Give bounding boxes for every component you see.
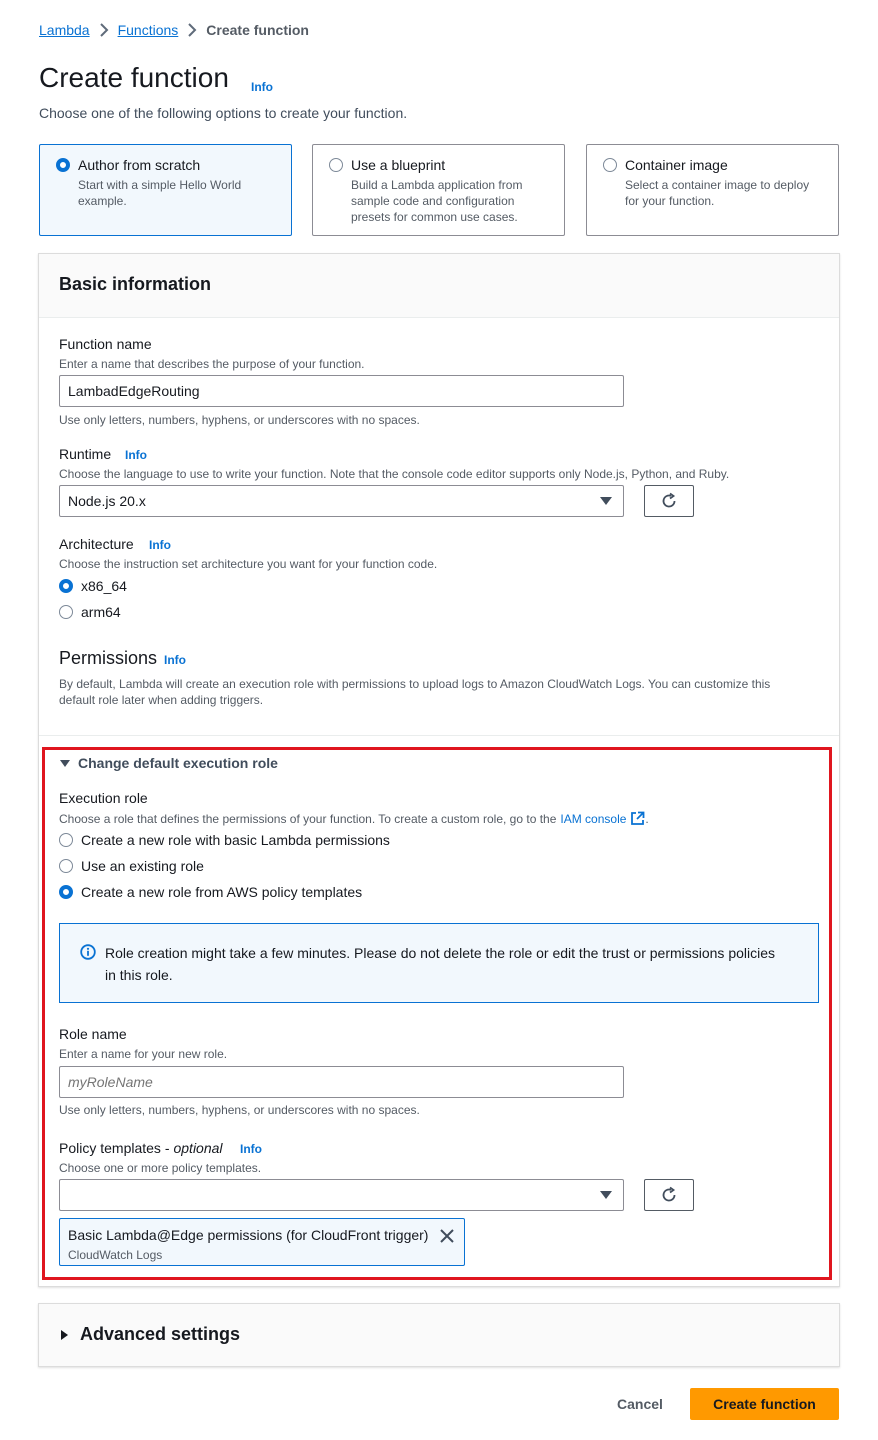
option-label: Author from scratch (78, 157, 201, 173)
architecture-radio-arm64[interactable] (59, 605, 73, 619)
close-icon[interactable] (439, 1228, 455, 1244)
panel-header: Basic information (39, 254, 839, 318)
architecture-option-label: arm64 (81, 604, 121, 620)
architecture-label: Architecture (59, 536, 134, 552)
breadcrumb: Lambda Functions Create function (39, 22, 309, 38)
panel-title: Basic information (59, 274, 212, 294)
architecture-option-label: x86_64 (81, 578, 127, 594)
policy-templates-select[interactable] (59, 1179, 624, 1211)
section-divider (39, 735, 839, 736)
info-circle-icon (80, 944, 96, 960)
role-name-label: Role name (59, 1026, 127, 1042)
alert-text: Role creation might take a few minutes. … (105, 945, 776, 983)
execution-role-description-period: . (645, 811, 649, 826)
policy-templates-refresh-button[interactable] (644, 1179, 694, 1211)
role-name-description: Enter a name for your new role. (59, 1047, 228, 1061)
role-name-input[interactable] (59, 1066, 624, 1098)
permissions-title: Permissions (59, 648, 158, 668)
iam-console-link[interactable]: IAM console (560, 812, 626, 826)
execution-role-label: Execution role (59, 790, 148, 806)
advanced-settings-panel[interactable]: Advanced settings (38, 1303, 840, 1367)
token-title: Basic Lambda@Edge permissions (for Cloud… (68, 1227, 429, 1243)
option-description: Start with a simple Hello World example. (78, 178, 242, 208)
refresh-icon (662, 1186, 676, 1202)
page-title: Create function (39, 62, 229, 93)
permissions-info-link[interactable]: Info (164, 653, 186, 667)
breadcrumb-current: Create function (206, 22, 309, 38)
cancel-button[interactable]: Cancel (600, 1388, 680, 1420)
option-radio[interactable] (329, 158, 343, 172)
option-description: Build a Lambda application from sample c… (351, 178, 523, 224)
create-function-button[interactable]: Create function (690, 1388, 839, 1420)
chevron-right-icon (178, 23, 206, 37)
runtime-description: Choose the language to use to write your… (59, 467, 730, 481)
token-subtitle: CloudWatch Logs (68, 1248, 163, 1262)
policy-templates-info-link[interactable]: Info (240, 1142, 262, 1156)
runtime-refresh-button[interactable] (644, 485, 694, 517)
function-name-input[interactable] (59, 375, 624, 407)
caret-down-icon (600, 1191, 612, 1199)
option-author-from-scratch[interactable]: Author from scratch Start with a simple … (39, 144, 292, 236)
option-label: Use a blueprint (351, 157, 446, 173)
execution-role-option-label: Create a new role with basic Lambda perm… (81, 832, 390, 848)
function-name-label: Function name (59, 336, 152, 352)
expander-label: Change default execution role (78, 755, 278, 771)
policy-templates-label-text: Policy templates - (59, 1140, 170, 1156)
execution-role-radio-existing[interactable] (59, 859, 73, 873)
option-use-a-blueprint[interactable]: Use a blueprint Build a Lambda applicati… (312, 144, 565, 236)
advanced-settings-label: Advanced settings (80, 1324, 241, 1344)
function-name-description: Enter a name that describes the purpose … (59, 357, 365, 371)
permissions-description: By default, Lambda will create an execut… (59, 677, 771, 707)
option-label: Container image (625, 157, 728, 173)
policy-template-token: Basic Lambda@Edge permissions (for Cloud… (59, 1218, 465, 1266)
advanced-settings-toggle[interactable]: Advanced settings (61, 1324, 240, 1345)
breadcrumb-functions-link[interactable]: Functions (118, 22, 179, 38)
runtime-select[interactable]: Node.js 20.x (59, 485, 624, 517)
chevron-right-icon (90, 23, 118, 37)
page-description: Choose one of the following options to c… (39, 105, 408, 121)
option-container-image[interactable]: Container image Select a container image… (586, 144, 839, 236)
runtime-info-link[interactable]: Info (125, 448, 147, 462)
caret-down-icon (600, 497, 612, 505)
external-link-icon[interactable] (630, 811, 645, 826)
policy-templates-label: Policy templates - optional (59, 1140, 223, 1156)
change-default-execution-role-toggle[interactable]: Change default execution role (60, 755, 278, 771)
caret-down-icon (60, 759, 70, 767)
execution-role-radio-policy-templates[interactable] (59, 885, 73, 899)
execution-role-radio-basic[interactable] (59, 833, 73, 847)
option-radio[interactable] (56, 158, 70, 172)
function-name-hint: Use only letters, numbers, hyphens, or u… (59, 413, 420, 427)
policy-templates-description: Choose one or more policy templates. (59, 1161, 262, 1175)
execution-role-description: Choose a role that defines the permissio… (59, 811, 649, 826)
execution-role-option-label: Create a new role from AWS policy templa… (81, 884, 363, 900)
option-description: Select a container image to deploy for y… (625, 178, 810, 208)
refresh-icon (662, 492, 676, 508)
caret-right-icon (61, 1329, 68, 1340)
role-name-hint: Use only letters, numbers, hyphens, or u… (59, 1103, 420, 1117)
policy-templates-optional: optional (173, 1140, 223, 1156)
execution-role-description-text: Choose a role that defines the permissio… (59, 811, 557, 826)
architecture-info-link[interactable]: Info (149, 538, 171, 552)
option-radio[interactable] (603, 158, 617, 172)
info-alert: Role creation might take a few minutes. … (59, 923, 819, 1003)
runtime-label: Runtime (59, 446, 112, 462)
runtime-value: Node.js 20.x (68, 493, 146, 509)
architecture-radio-x86-64[interactable] (59, 579, 73, 593)
architecture-description: Choose the instruction set architecture … (59, 557, 438, 571)
breadcrumb-lambda-link[interactable]: Lambda (39, 22, 90, 38)
page-info-link[interactable]: Info (251, 80, 273, 94)
execution-role-option-label: Use an existing role (81, 858, 204, 874)
